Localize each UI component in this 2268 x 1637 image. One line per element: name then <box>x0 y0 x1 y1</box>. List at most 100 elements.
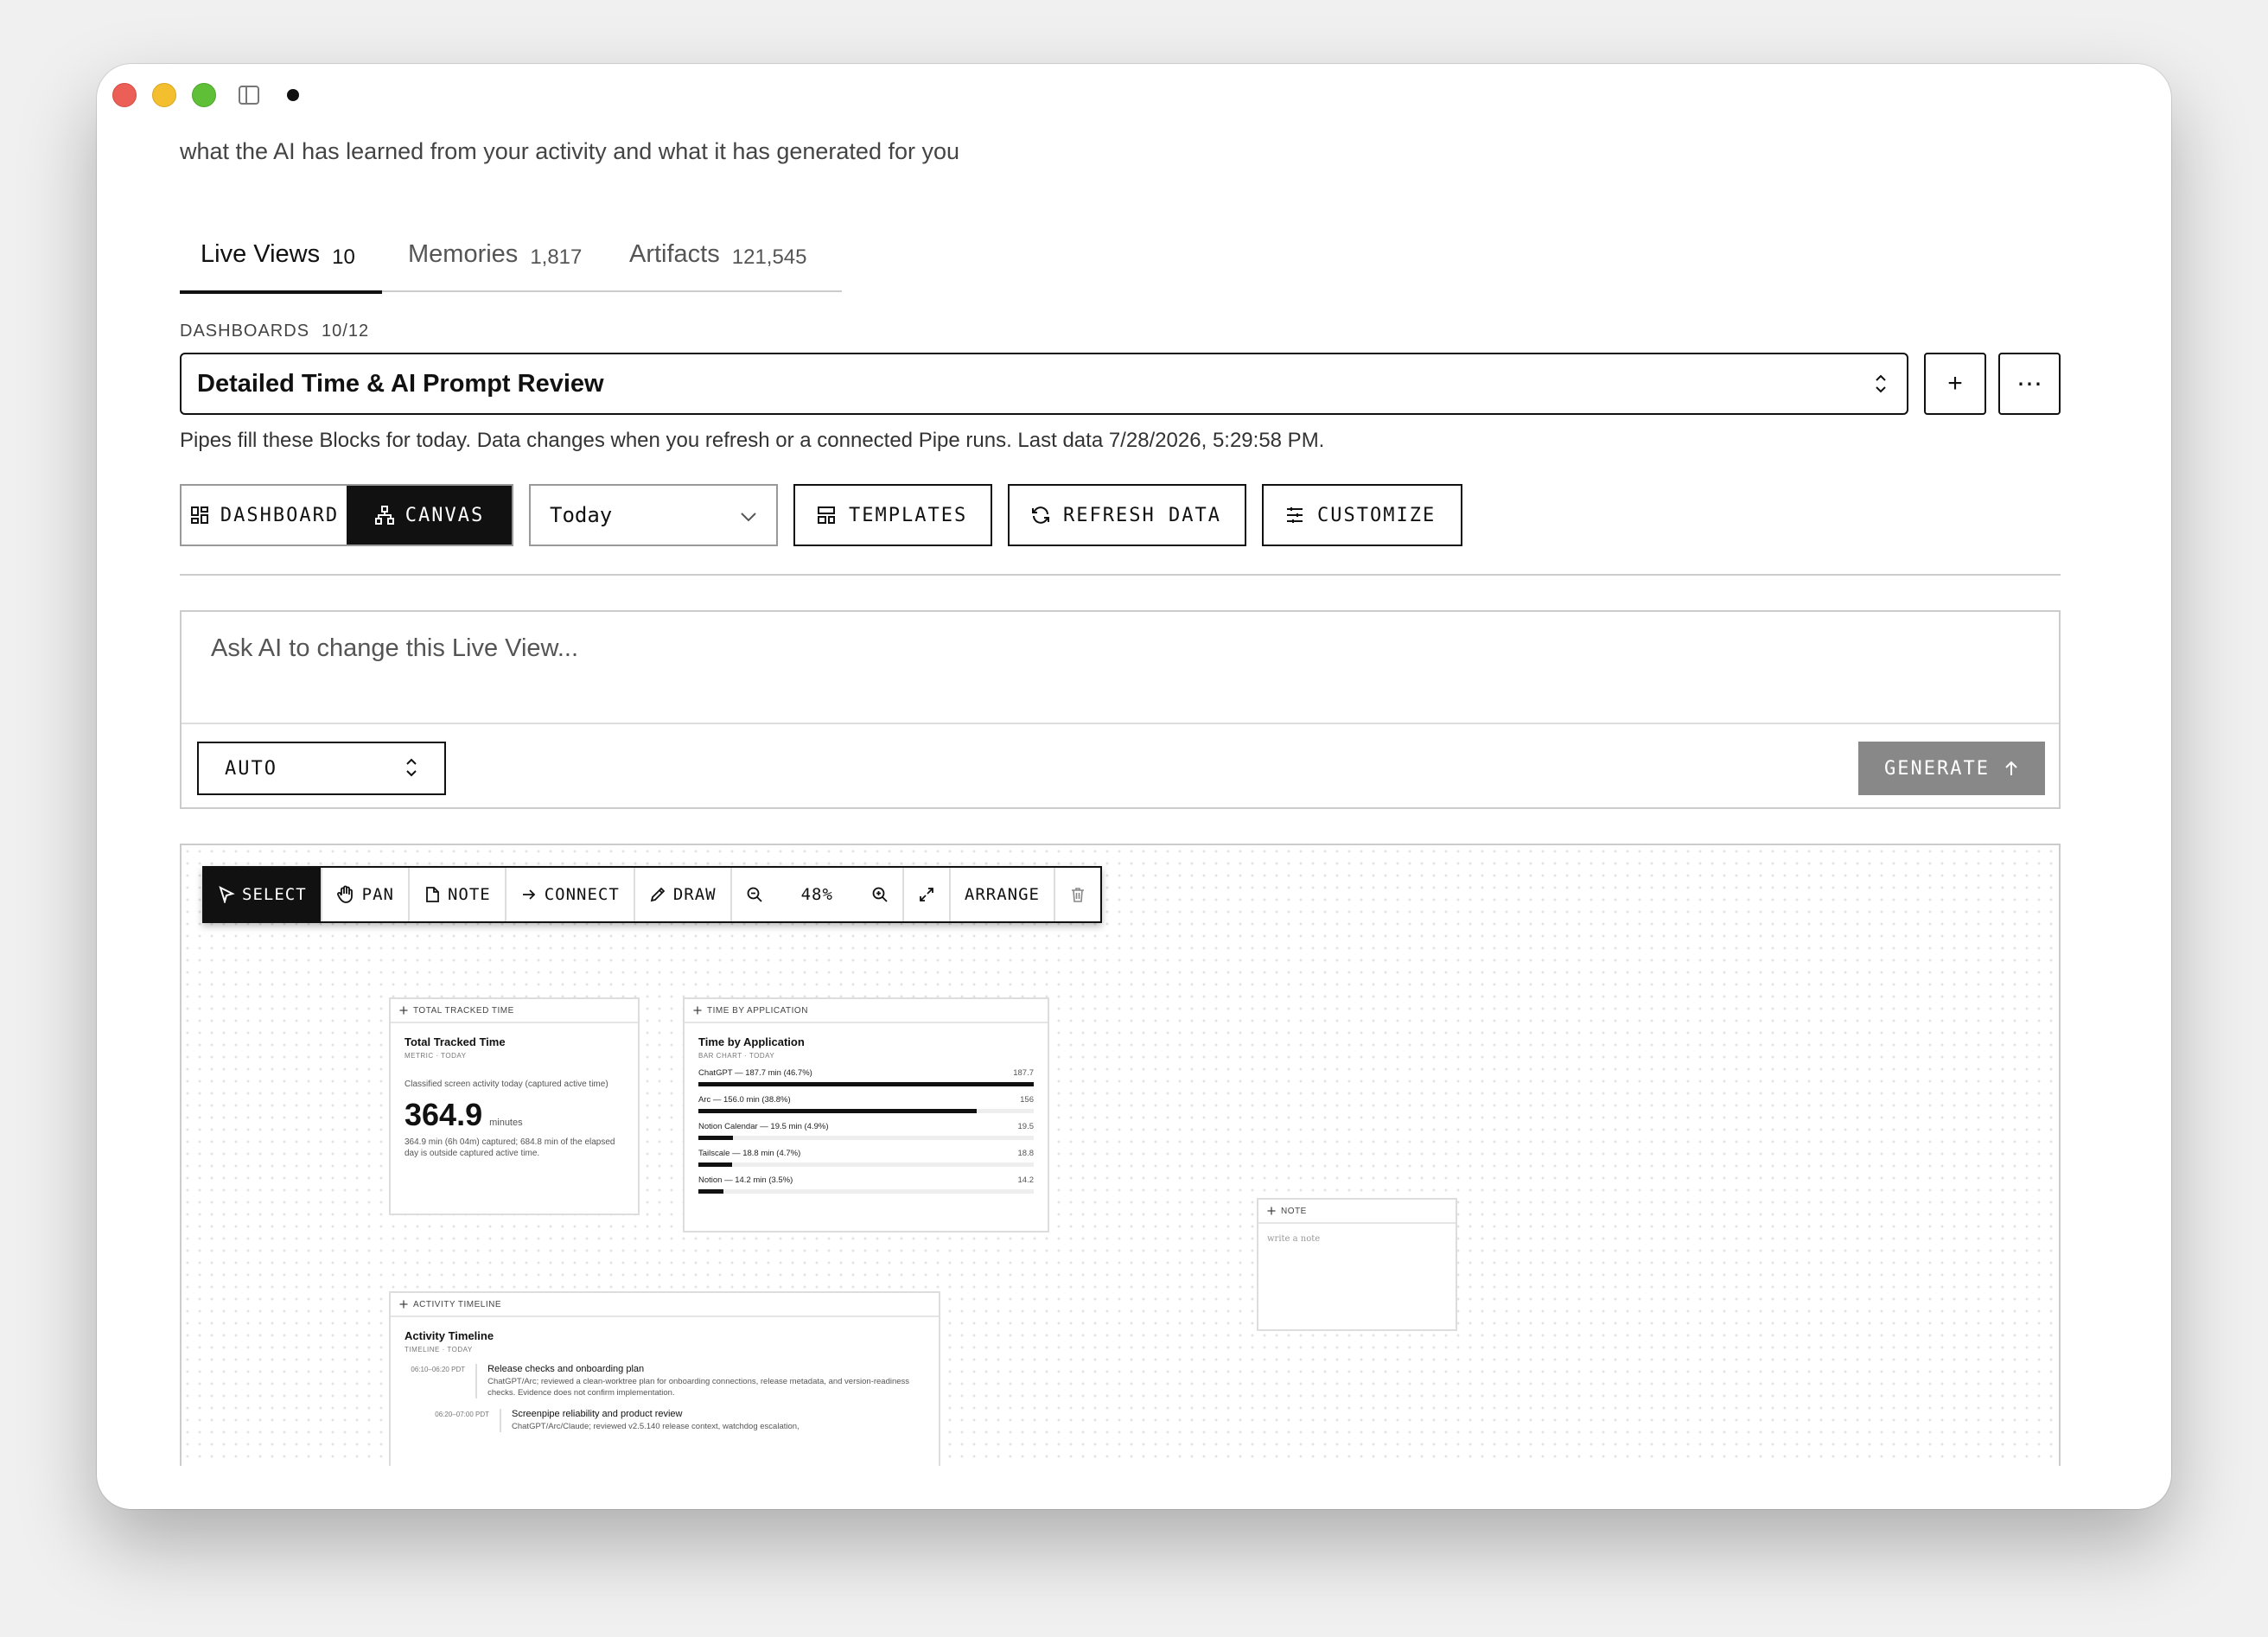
timeline-desc: ChatGPT/Arc/Claude; reviewed v2.5.140 re… <box>512 1422 800 1431</box>
chevron-up-down-icon <box>405 756 418 780</box>
metric-description: Classified screen activity today (captur… <box>405 1080 608 1089</box>
block-subtitle: BAR CHART · TODAY <box>698 1052 775 1060</box>
zoom-window-button[interactable] <box>192 83 216 107</box>
tab-count: 10 <box>332 245 355 269</box>
tab-count: 121,545 <box>731 245 807 269</box>
tab-memories[interactable]: Memories 1,817 <box>408 237 582 292</box>
draw-tool-label: DRAW <box>672 885 717 904</box>
live-view-canvas[interactable]: SELECT PAN NOTE CONNECT DRAW 48% ARRANGE… <box>180 844 2061 1466</box>
drag-handle-icon[interactable] <box>399 1300 408 1309</box>
delete-button[interactable] <box>1055 868 1100 921</box>
refresh-icon <box>1030 505 1051 525</box>
tab-label: Memories <box>408 240 519 268</box>
zoom-in-button[interactable] <box>857 868 904 921</box>
view-mode-toggle: DASHBOARD CANVAS <box>180 484 513 546</box>
generate-button[interactable]: GENERATE <box>1858 742 2045 795</box>
expand-icon <box>918 886 935 903</box>
block-header[interactable]: NOTE <box>1258 1200 1456 1224</box>
total-time-block[interactable]: TOTAL TRACKED TIME Total Tracked Time ME… <box>389 997 640 1215</box>
more-options-button[interactable]: ⋯ <box>1998 353 2061 415</box>
bar-row: Tailscale — 18.8 min (4.7%) 18.8 <box>698 1149 1034 1167</box>
dashboard-grid-icon <box>189 505 210 525</box>
bar-label: Notion Calendar — 19.5 min (4.9%) <box>698 1122 829 1131</box>
timeline-title: Screenpipe reliability and product revie… <box>512 1409 683 1419</box>
bar-row: Notion — 14.2 min (3.5%) 14.2 <box>698 1175 1034 1194</box>
canvas-mode-button[interactable]: CANVAS <box>347 486 512 545</box>
metric-value: 364.9 <box>405 1097 483 1132</box>
customize-button[interactable]: CUSTOMIZE <box>1262 484 1462 546</box>
dashboards-label: DASHBOARDS 10/12 <box>180 322 369 341</box>
timeline-entry: 06:10–06:20 PDT Release checks and onboa… <box>405 1364 925 1398</box>
refresh-data-label: REFRESH DATA <box>1063 504 1221 526</box>
trash-icon <box>1069 886 1086 903</box>
timeline-entry: 06:20–07:00 PDT Screenpipe reliability a… <box>405 1409 925 1432</box>
block-header-label: NOTE <box>1281 1206 1307 1216</box>
block-subtitle: TIMELINE · TODAY <box>405 1346 473 1354</box>
ai-mode-select[interactable]: AUTO <box>197 742 446 795</box>
dashboard-select-value: Detailed Time & AI Prompt Review <box>197 369 604 398</box>
draw-tool-button[interactable]: DRAW <box>635 868 732 921</box>
drag-handle-icon[interactable] <box>693 1006 702 1015</box>
select-tool-button[interactable]: SELECT <box>204 868 322 921</box>
view-tabs: Live Views 10 Memories 1,817 Artifacts 1… <box>180 237 842 294</box>
add-dashboard-button[interactable]: + <box>1924 353 1986 415</box>
bar-value: 14.2 <box>1017 1175 1035 1185</box>
tab-label: Live Views <box>201 240 321 268</box>
zoom-level: 48% <box>800 885 833 904</box>
arrange-button[interactable]: ARRANGE <box>951 868 1055 921</box>
tab-artifacts[interactable]: Artifacts 121,545 <box>629 237 807 292</box>
templates-icon <box>816 505 837 525</box>
hand-icon <box>336 885 355 904</box>
sidebar-toggle-icon[interactable] <box>239 86 259 105</box>
zoom-out-button[interactable] <box>732 868 777 921</box>
ai-prompt-input[interactable]: Ask AI to change this Live View... <box>211 634 578 663</box>
connect-tool-label: CONNECT <box>544 885 620 904</box>
timeline-time: 06:20–07:00 PDT <box>435 1411 489 1418</box>
note-tool-button[interactable]: NOTE <box>410 868 506 921</box>
time-by-app-block[interactable]: TIME BY APPLICATION Time by Application … <box>683 997 1049 1233</box>
bar-label: ChatGPT — 187.7 min (46.7%) <box>698 1068 812 1078</box>
chevron-up-down-icon <box>1870 368 1891 399</box>
data-info-text: Pipes fill these Blocks for today. Data … <box>180 429 1325 452</box>
block-header[interactable]: TIME BY APPLICATION <box>685 999 1048 1023</box>
minimize-window-button[interactable] <box>152 83 176 107</box>
fit-view-button[interactable] <box>904 868 951 921</box>
block-header[interactable]: ACTIVITY TIMELINE <box>391 1293 939 1317</box>
bar-row: ChatGPT — 187.7 min (46.7%) 187.7 <box>698 1068 1034 1086</box>
metric-note: 364.9 min (6h 04m) captured; 684.8 min o… <box>405 1137 615 1158</box>
dashboard-mode-button[interactable]: DASHBOARD <box>182 486 347 545</box>
close-window-button[interactable] <box>112 83 137 107</box>
pan-tool-label: PAN <box>361 885 394 904</box>
arrow-up-icon <box>2004 760 2019 777</box>
zoom-in-icon <box>871 886 889 903</box>
date-range-select[interactable]: Today <box>529 484 778 546</box>
bar-value: 187.7 <box>1013 1068 1034 1078</box>
templates-label: TEMPLATES <box>849 504 968 526</box>
connect-tool-button[interactable]: CONNECT <box>506 868 635 921</box>
bar-value: 156 <box>1020 1095 1034 1105</box>
block-header[interactable]: TOTAL TRACKED TIME <box>391 999 638 1023</box>
tab-live-views[interactable]: Live Views 10 <box>180 237 382 294</box>
tab-count: 1,817 <box>530 245 583 269</box>
arrow-right-icon <box>520 886 538 903</box>
window-controls <box>112 83 299 107</box>
dashboard-select[interactable]: Detailed Time & AI Prompt Review <box>180 353 1908 415</box>
block-header-label: ACTIVITY TIMELINE <box>413 1299 502 1309</box>
note-block[interactable]: NOTE write a note <box>1257 1198 1457 1331</box>
templates-button[interactable]: TEMPLATES <box>793 484 992 546</box>
bar-label: Tailscale — 18.8 min (4.7%) <box>698 1149 801 1158</box>
note-icon <box>424 886 441 903</box>
ai-prompt-divider <box>182 723 2059 724</box>
activity-timeline-block[interactable]: ACTIVITY TIMELINE Activity Timeline TIME… <box>389 1291 940 1466</box>
status-dot-icon <box>287 89 299 101</box>
block-header-label: TIME BY APPLICATION <box>707 1005 808 1016</box>
page-subtitle: what the AI has learned from your activi… <box>180 138 960 164</box>
refresh-data-button[interactable]: REFRESH DATA <box>1008 484 1246 546</box>
bar-fill <box>698 1082 1034 1086</box>
drag-handle-icon[interactable] <box>1267 1207 1276 1215</box>
drag-handle-icon[interactable] <box>399 1006 408 1015</box>
pan-tool-button[interactable]: PAN <box>322 868 410 921</box>
note-input[interactable]: write a note <box>1258 1224 1456 1254</box>
metric-unit: minutes <box>489 1118 523 1128</box>
pencil-icon <box>649 886 666 903</box>
